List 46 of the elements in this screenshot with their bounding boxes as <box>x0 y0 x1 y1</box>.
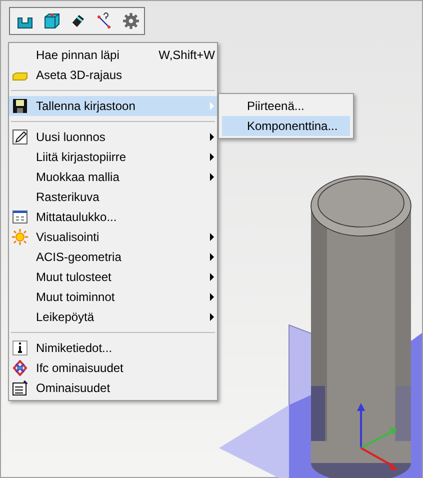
menu-item[interactable]: Ominaisuudet <box>9 378 217 398</box>
menu-item[interactable]: Liitä kirjastopiirre <box>9 147 217 167</box>
menu-item[interactable]: Hae pinnan läpi W,Shift+W <box>9 45 217 65</box>
menu-item[interactable]: Aseta 3D-rajaus <box>9 65 217 85</box>
menu-label: Aseta 3D-rajaus <box>36 68 122 82</box>
sun-icon <box>12 229 28 245</box>
menu-label: ACIS-geometria <box>36 250 122 264</box>
menu-label: Uusi luonnos <box>36 130 106 144</box>
line-icon <box>95 12 114 30</box>
menu-label: Visualisointi <box>36 230 100 244</box>
cube-icon <box>42 12 61 30</box>
table-icon <box>12 209 28 225</box>
menu-label: Muokkaa mallia <box>36 170 120 184</box>
menu-label: Ominaisuudet <box>36 381 110 395</box>
menu-label: Komponenttina... <box>247 119 338 133</box>
menu-label: Muut toiminnot <box>36 290 115 304</box>
menu-item[interactable]: Nimiketiedot... <box>9 338 217 358</box>
menu-item[interactable]: Komponenttina... <box>222 116 350 136</box>
menu-label: Hae pinnan läpi <box>36 48 120 62</box>
diamond-pattern-icon <box>12 360 28 376</box>
menu-label: Mittataulukko... <box>36 210 117 224</box>
shortcut-text: W,Shift+W <box>158 48 215 62</box>
menu-item[interactable]: Piirteenä... <box>222 96 350 116</box>
menu-label: Tallenna kirjastoon <box>36 99 136 113</box>
menu-item[interactable]: Uusi luonnos <box>9 127 217 147</box>
menu-item[interactable]: ACIS-geometria <box>9 247 217 267</box>
settings-icon <box>122 12 140 30</box>
info-icon <box>12 340 28 356</box>
menu-item[interactable]: Rasterikuva <box>9 187 217 207</box>
menu-label: Liitä kirjastopiirre <box>36 150 126 164</box>
menu-label: Leikepöytä <box>36 310 94 324</box>
menu-item[interactable]: Muut toiminnot <box>9 287 217 307</box>
properties-icon <box>12 380 28 396</box>
menu-label: Piirteenä... <box>247 99 304 113</box>
menu-label: Rasterikuva <box>36 190 100 204</box>
menu-item[interactable]: Leikepöytä <box>9 307 217 327</box>
menu-item[interactable]: Muokkaa mallia <box>9 167 217 187</box>
menu-label: Nimiketiedot... <box>36 341 112 355</box>
menu-item[interactable]: Ifc ominaisuudet <box>9 358 217 378</box>
menu-item[interactable]: Visualisointi <box>9 227 217 247</box>
menu-item[interactable]: Mittataulukko... <box>9 207 217 227</box>
menu-label: Muut tulosteet <box>36 270 112 284</box>
menu-label: Ifc ominaisuudet <box>36 361 124 375</box>
pencil-icon <box>12 129 28 145</box>
menu-item[interactable]: Tallenna kirjastoon <box>9 96 217 116</box>
menu-item[interactable]: Muut tulosteet <box>9 267 217 287</box>
